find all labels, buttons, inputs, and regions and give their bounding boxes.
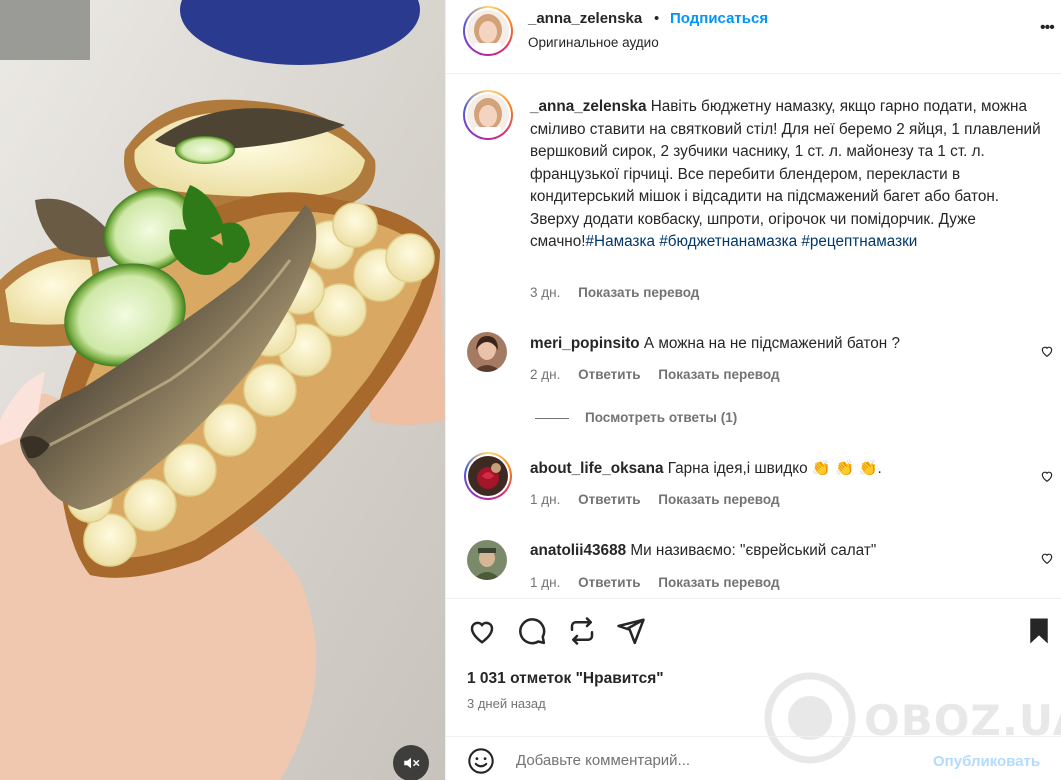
post-media[interactable] <box>0 0 445 780</box>
translate-button[interactable]: Показать перевод <box>658 492 779 507</box>
author-avatar[interactable] <box>463 6 513 56</box>
heart-icon[interactable] <box>467 616 497 646</box>
heart-icon[interactable] <box>1040 551 1054 565</box>
comment-username[interactable]: anatolii43688 <box>530 542 626 559</box>
post-details-panel: _anna_zelenska • Подписаться Оригинально… <box>445 0 1061 780</box>
caption-time: 3 дн. <box>530 285 561 300</box>
comment-meta: 2 дн. Ответить Показать перевод <box>530 367 794 382</box>
avatar-image <box>467 332 507 372</box>
avatar-image <box>468 456 508 496</box>
hashtag-link[interactable]: #Намазка <box>586 233 655 250</box>
comment-username[interactable]: meri_popinsito <box>530 335 640 352</box>
reply-button[interactable]: Ответить <box>578 575 640 590</box>
commenter-avatar[interactable] <box>467 332 507 372</box>
caption-meta: 3 дн. Показать перевод <box>530 285 713 300</box>
likes-count[interactable]: 1 031 отметок "Нравится" <box>467 670 664 688</box>
speaker-muted-icon <box>404 757 420 769</box>
bookmark-icon[interactable] <box>1024 616 1054 646</box>
heart-icon[interactable] <box>1040 344 1054 358</box>
comment-text: Ми називаємо: "єврейський салат" <box>630 542 877 559</box>
comment-bubble-icon[interactable] <box>517 616 547 646</box>
comment-text-row: about_life_oksana Гарна ідея,і швидко 👏 … <box>530 459 882 478</box>
replies-divider <box>535 417 569 419</box>
view-replies-label: Посмотреть ответы (1) <box>585 410 738 425</box>
author-username[interactable]: _anna_zelenska <box>528 10 642 27</box>
mute-toggle-button[interactable] <box>393 745 429 780</box>
caption-author-avatar[interactable] <box>463 90 513 140</box>
more-options-icon[interactable]: ••• <box>1040 19 1055 37</box>
comment-time: 2 дн. <box>530 367 561 382</box>
commenter-avatar[interactable] <box>464 452 512 500</box>
translate-button[interactable]: Показать перевод <box>658 367 779 382</box>
food-photo <box>0 0 445 780</box>
comment-meta: 1 дн. Ответить Показать перевод <box>530 492 794 507</box>
comment-time: 1 дн. <box>530 492 561 507</box>
comment-text-row: anatolii43688 Ми називаємо: "єврейський … <box>530 542 876 560</box>
post-header: _anna_zelenska • Подписаться Оригинально… <box>446 0 1061 74</box>
avatar-image <box>467 540 507 580</box>
avatar-image <box>467 94 509 136</box>
send-icon[interactable] <box>616 616 646 646</box>
caption-username[interactable]: _anna_zelenska <box>530 98 647 115</box>
reply-button[interactable]: Ответить <box>578 492 640 507</box>
heart-icon[interactable] <box>1040 469 1054 483</box>
translate-button[interactable]: Показать перевод <box>658 575 779 590</box>
view-replies-button[interactable]: Посмотреть ответы (1) <box>535 410 737 425</box>
avatar-image <box>467 10 509 52</box>
emoji-icon[interactable] <box>467 747 495 775</box>
publish-button[interactable]: Опубликовать <box>933 753 1040 770</box>
reply-button[interactable]: Ответить <box>578 367 640 382</box>
comment-meta: 1 дн. Ответить Показать перевод <box>530 575 794 590</box>
comment-text: Гарна ідея,і швидко 👏 👏 👏. <box>667 460 882 477</box>
comment-text: А можна на не підсмажений батон ? <box>643 335 900 352</box>
comment-input[interactable] <box>516 745 916 775</box>
post-timestamp[interactable]: 3 дней назад <box>467 696 546 711</box>
repost-icon[interactable] <box>567 616 597 646</box>
separator-dot: • <box>654 10 660 27</box>
hashtag-link[interactable]: #рецептнамазки <box>801 233 917 250</box>
commenter-avatar[interactable] <box>467 540 507 580</box>
add-comment-bar: Опубликовать <box>446 736 1061 780</box>
caption-text: Навіть бюджетну намазку, якщо гарно пода… <box>530 98 1041 250</box>
audio-label[interactable]: Оригинальное аудио <box>528 35 659 50</box>
hashtag-link[interactable]: #бюджетнанамазка <box>659 233 797 250</box>
post-caption: _anna_zelenska Навіть бюджетну намазку, … <box>530 96 1042 254</box>
comment-time: 1 дн. <box>530 575 561 590</box>
comment-username[interactable]: about_life_oksana <box>530 460 663 477</box>
follow-button[interactable]: Подписаться <box>670 10 768 27</box>
actions-divider <box>446 598 1061 600</box>
comment-text-row: meri_popinsito А можна на не підсмажений… <box>530 335 900 353</box>
translate-button[interactable]: Показать перевод <box>578 285 699 300</box>
